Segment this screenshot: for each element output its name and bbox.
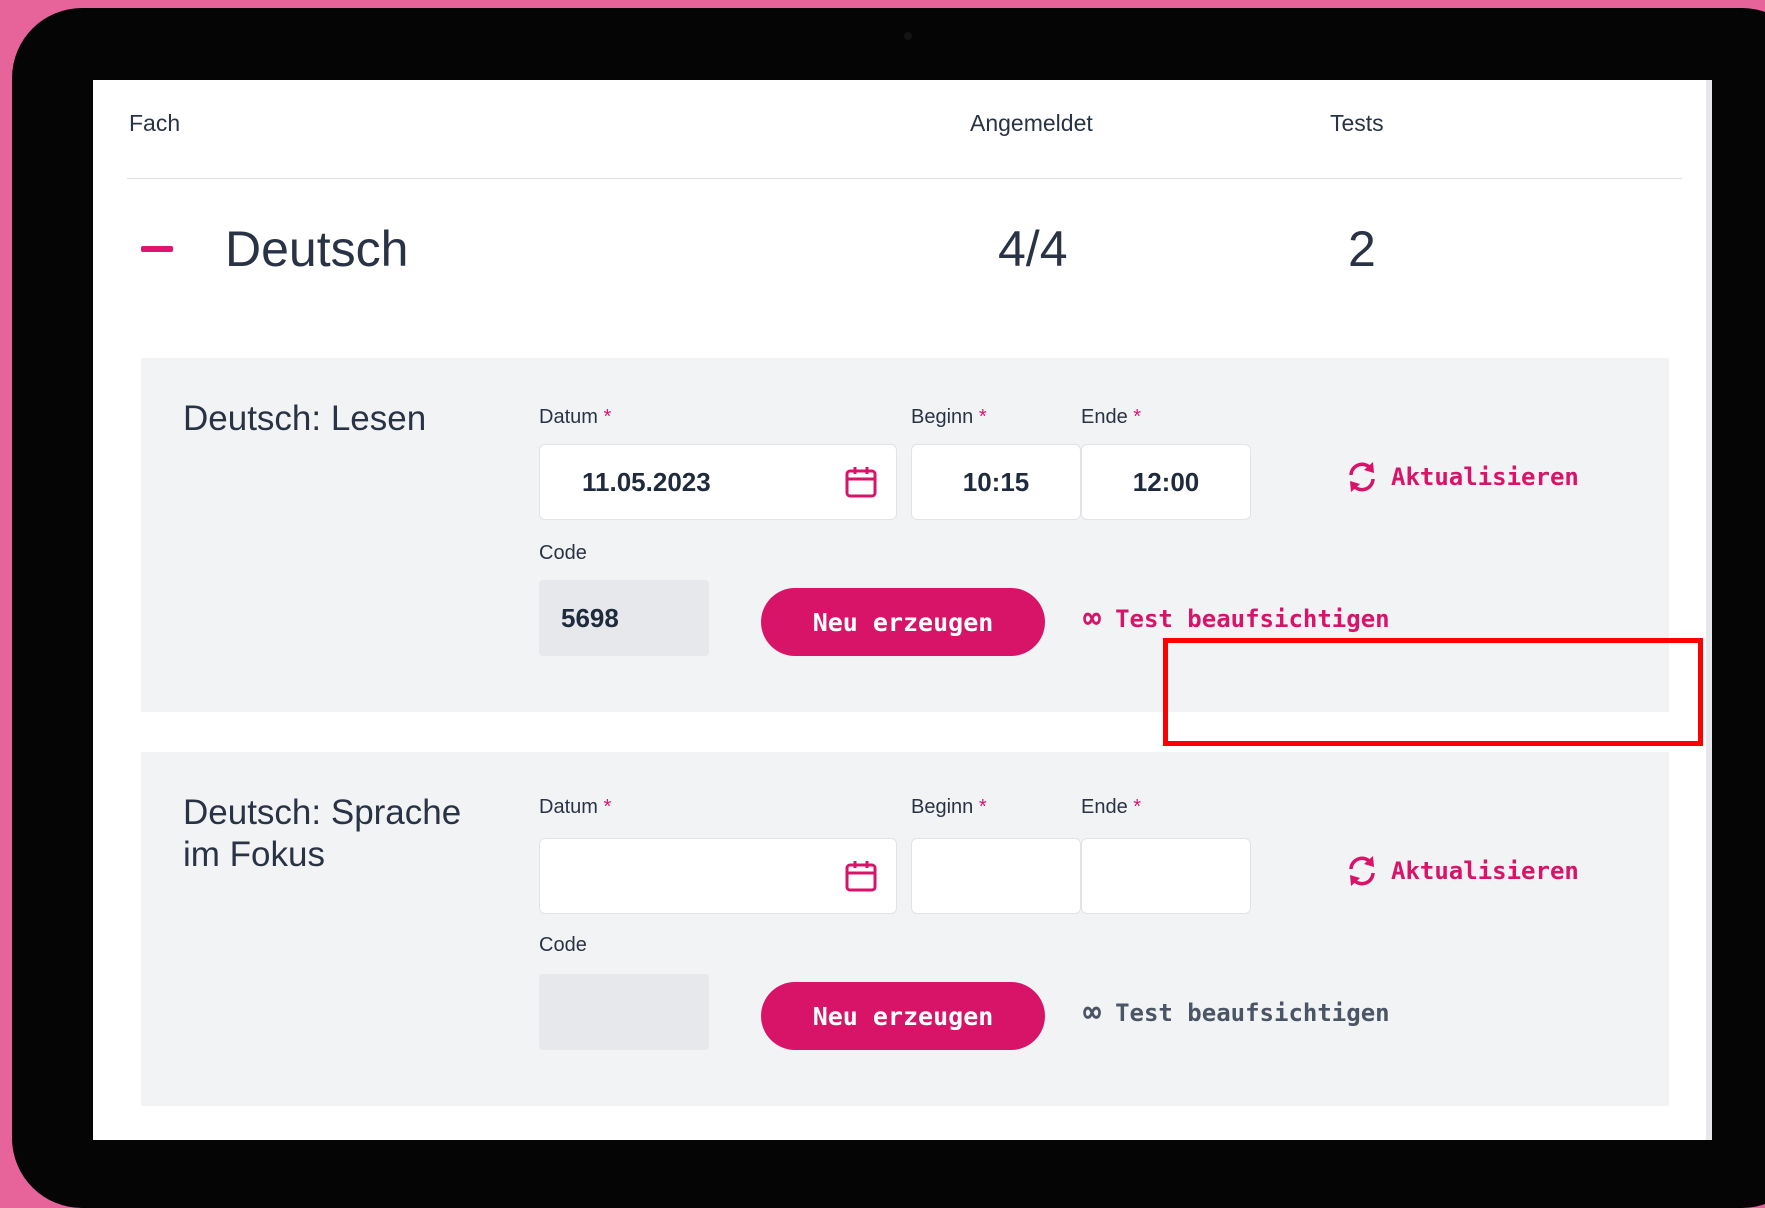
test-title: Deutsch: Lesen [183,399,427,438]
infinity-icon: ∞ [1083,995,1102,1030]
proctor-test-link[interactable]: ∞ Test beaufsichtigen [1083,604,1390,634]
camera-dot [904,32,912,40]
header-divider [127,178,1682,179]
refresh-icon [1349,462,1375,492]
table-header: Fach Angemeldet Tests [93,110,1712,150]
proctor-label: Test beaufsichtigen [1115,605,1390,633]
begin-time-input[interactable] [911,838,1081,914]
infinity-icon: ∞ [1083,601,1102,636]
header-fach: Fach [129,110,181,136]
calendar-icon[interactable] [844,859,878,893]
date-input[interactable] [539,838,897,914]
calendar-icon[interactable] [844,465,878,499]
date-value: 11.05.2023 [582,466,711,497]
code-field: 5698 [539,580,709,656]
subject-tests-count: 2 [1348,221,1376,277]
proctor-test-link[interactable]: ∞ Test beaufsichtigen [1083,998,1390,1028]
header-tests: Tests [1330,110,1384,136]
regenerate-code-button[interactable]: Neu erzeugen [761,588,1045,656]
subject-name: Deutsch [225,221,409,277]
proctor-label: Test beaufsichtigen [1115,999,1390,1027]
subject-row[interactable]: Deutsch 4/4 2 [93,208,1712,288]
tablet-frame: Fach Angemeldet Tests Deutsch 4/4 2 Deut… [12,8,1765,1208]
test-title: Deutsch: Sprache im Fokus [183,793,462,874]
begin-time-input[interactable]: 10:15 [911,444,1081,520]
code-field [539,974,709,1050]
code-label: Code [539,542,587,564]
update-button[interactable]: Aktualisieren [1343,458,1579,496]
datum-label: Datum * [539,406,612,428]
date-input[interactable]: 11.05.2023 [539,444,897,520]
update-label: Aktualisieren [1391,463,1579,491]
ende-label: Ende * [1081,796,1142,818]
datum-label: Datum * [539,796,612,818]
update-label: Aktualisieren [1391,857,1579,885]
header-angemeldet: Angemeldet [970,110,1093,136]
update-button[interactable]: Aktualisieren [1343,852,1579,890]
end-time-input[interactable] [1081,838,1251,914]
refresh-icon [1349,856,1375,886]
test-card-sprache: Deutsch: Sprache im Fokus Datum * Beginn… [141,752,1669,1106]
ende-label: Ende * [1081,406,1142,428]
test-card-lesen: Deutsch: Lesen Datum * Beginn * Ende * 1… [141,358,1669,712]
collapse-minus-icon[interactable] [141,246,173,252]
beginn-label: Beginn * [911,406,987,428]
regenerate-code-button[interactable]: Neu erzeugen [761,982,1045,1050]
screen: Fach Angemeldet Tests Deutsch 4/4 2 Deut… [93,80,1712,1140]
end-time-input[interactable]: 12:00 [1081,444,1251,520]
code-label: Code [539,934,587,956]
subject-registered-count: 4/4 [998,221,1068,277]
beginn-label: Beginn * [911,796,987,818]
